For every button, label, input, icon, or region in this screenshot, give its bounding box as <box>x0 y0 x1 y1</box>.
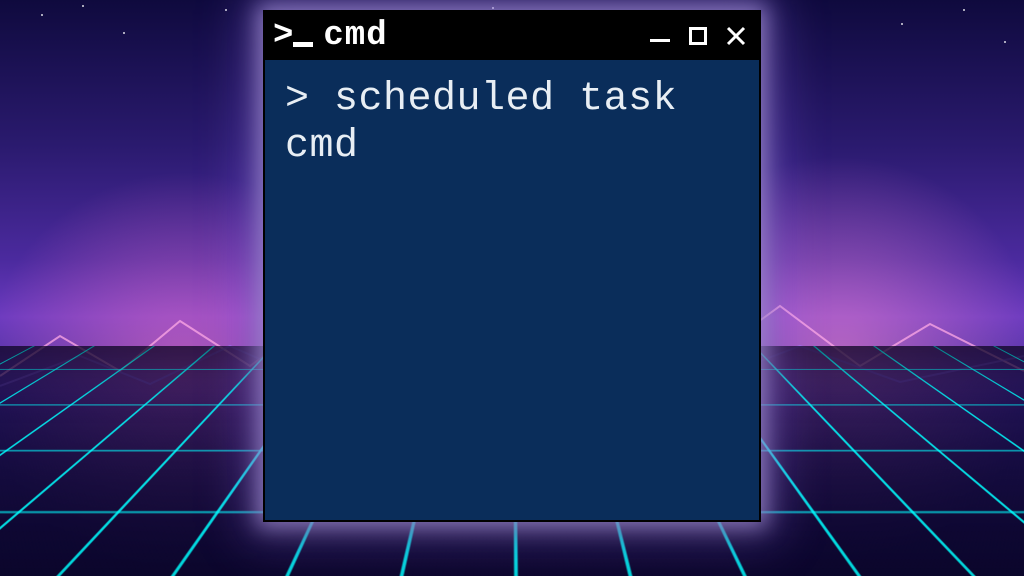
prompt-char: > <box>285 77 310 122</box>
terminal-window: > cmd > scheduled task cmd <box>263 10 761 522</box>
window-title: cmd <box>323 17 387 55</box>
maximize-icon <box>689 27 707 45</box>
maximize-button[interactable] <box>685 23 711 49</box>
titlebar[interactable]: > cmd <box>265 12 759 60</box>
close-icon <box>725 25 747 47</box>
window-controls <box>647 23 749 49</box>
close-button[interactable] <box>723 23 749 49</box>
minimize-button[interactable] <box>647 23 673 49</box>
terminal-prompt-icon: > <box>273 19 313 53</box>
terminal-body[interactable]: > scheduled task cmd <box>265 60 759 520</box>
minimize-icon <box>650 39 670 42</box>
command-text: scheduled task cmd <box>285 77 702 169</box>
